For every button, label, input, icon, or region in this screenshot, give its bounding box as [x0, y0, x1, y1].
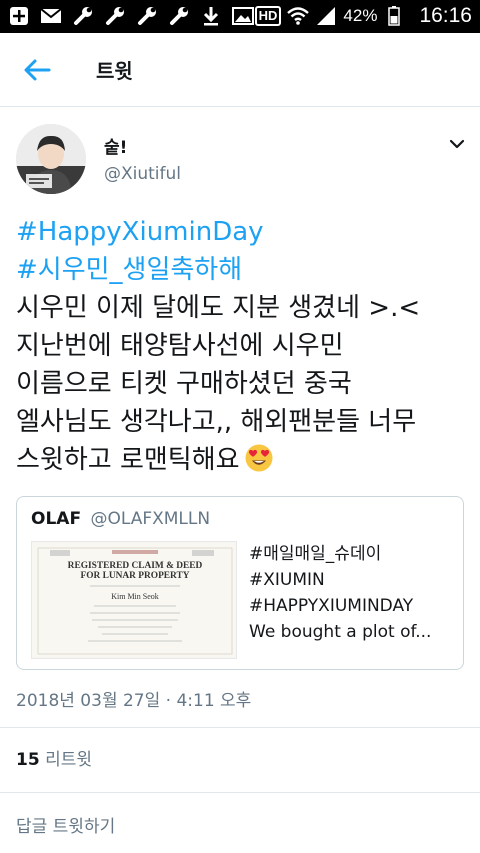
clock: 16:16	[419, 4, 472, 27]
status-bar: HD 42% 16:16	[0, 0, 480, 33]
signal-icon	[315, 5, 337, 27]
certificate-owner: Kim Min Seok	[111, 592, 159, 601]
avatar[interactable]	[16, 124, 86, 194]
battery-percent: 42%	[343, 6, 378, 25]
chevron-down-icon	[449, 139, 465, 149]
divider	[0, 727, 480, 728]
system-icons: HD 42% 16:16	[254, 4, 472, 28]
hashtag-link[interactable]: #HappyXiuminDay	[16, 213, 468, 251]
retweet-label: 리트윗	[45, 750, 92, 770]
quoted-handle: @OLAFXMLLN	[90, 509, 211, 529]
tweet-line: 이름으로 티켓 구매하셨던 중국	[16, 369, 352, 399]
tweet-line-last: 스윗하고 로맨틱해요	[16, 441, 468, 479]
hashtag-link[interactable]: #시우민_생일축하해	[16, 251, 468, 289]
retweet-count: 15	[16, 750, 40, 770]
wrench-icon	[136, 5, 158, 27]
quoted-tweet-card[interactable]: OLAF @OLAFXMLLN REGISTERED CLAIM & DEED …	[16, 496, 464, 670]
quoted-snippet: We bought a plot of...	[249, 622, 432, 642]
tweet-timestamp: 2018년 03월 27일 · 4:11 오후	[16, 691, 252, 711]
mail-icon	[40, 5, 62, 27]
wrench-icon	[104, 5, 126, 27]
battery-icon	[383, 5, 405, 27]
quoted-display-name: OLAF	[31, 509, 82, 529]
image-icon	[232, 5, 254, 27]
reply-button[interactable]: 답글 트윗하기	[16, 812, 115, 837]
download-icon	[200, 5, 222, 27]
back-arrow-icon	[24, 59, 51, 81]
wrench-icon	[72, 5, 94, 27]
certificate-image: REGISTERED CLAIM & DEED FOR LUNAR PROPER…	[32, 542, 236, 658]
quoted-hashtag: #매일매일_슈데이	[249, 544, 382, 564]
quoted-text: #매일매일_슈데이 #XIUMIN #HAPPYXIUMINDAY We bou…	[249, 541, 454, 645]
wrench-icon	[168, 5, 190, 27]
more-options-button[interactable]	[448, 136, 466, 150]
tweet-line: 스윗하고 로맨틱해요	[16, 445, 240, 475]
quoted-author: OLAF @OLAFXMLLN	[31, 509, 210, 529]
wifi-icon	[287, 5, 310, 27]
tweet-line: 엘사님도 생각나고,, 해외팬분들 너무	[16, 407, 417, 437]
notification-icons	[8, 5, 254, 27]
certificate-subtitle: FOR LUNAR PROPERTY	[80, 571, 189, 581]
back-button[interactable]	[22, 57, 52, 83]
add-icon	[8, 5, 30, 27]
hd-icon: HD	[254, 6, 282, 26]
quoted-hashtag: #HAPPYXIUMINDAY	[249, 596, 414, 616]
user-handle[interactable]: @Xiutiful	[104, 164, 181, 184]
quoted-hashtag: #XIUMIN	[249, 570, 325, 590]
tweet-line: 지난번에 태양탐사선에 시우민	[16, 331, 344, 361]
tweet-text: #HappyXiuminDay #시우민_생일축하해 시우민 이제 달에도 지분…	[16, 213, 468, 479]
display-name[interactable]: 숱!	[104, 133, 127, 158]
quoted-media-thumbnail[interactable]: REGISTERED CLAIM & DEED FOR LUNAR PROPER…	[31, 541, 237, 659]
app-header: 트윗	[0, 33, 480, 107]
heart-eyes-emoji-icon	[244, 443, 274, 473]
certificate-title: REGISTERED CLAIM & DEED	[68, 561, 203, 571]
page-title: 트윗	[96, 59, 133, 83]
avatar-photo	[16, 124, 86, 194]
divider	[0, 792, 480, 793]
retweet-stats[interactable]: 15 리트윗	[16, 745, 92, 770]
tweet-line: 시우민 이제 달에도 지분 생겼네 >.<	[16, 293, 421, 323]
